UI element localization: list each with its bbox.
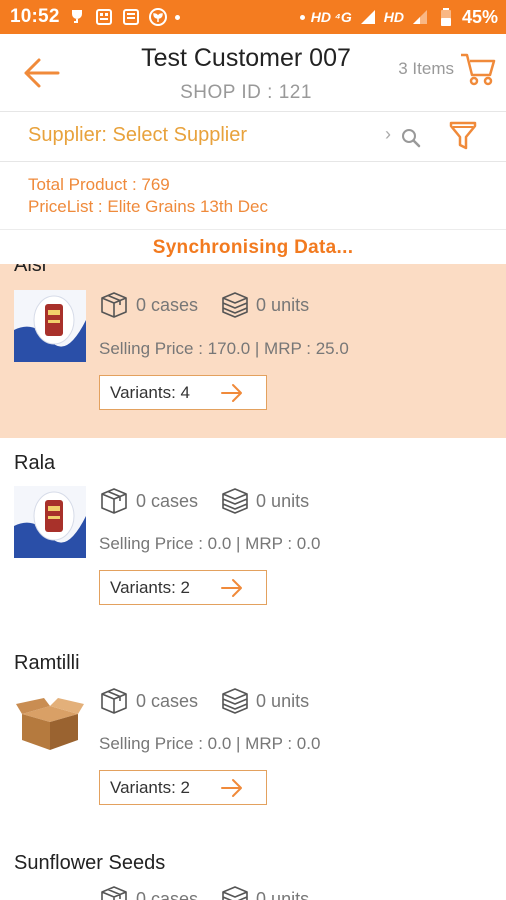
- battery-icon: [436, 7, 456, 27]
- shop-id: SHOP ID : 121: [180, 82, 312, 103]
- cases-count: 0 cases: [136, 490, 199, 511]
- price-info: Selling Price : 0.0 | MRP : 0.0: [99, 534, 321, 553]
- units-count: 0 units: [256, 490, 310, 511]
- filter-icon: [449, 121, 477, 150]
- units-count: 0 units: [256, 294, 310, 315]
- cases-count: 0 cases: [136, 690, 199, 711]
- filter-button[interactable]: [448, 120, 478, 157]
- cases-count: 0 cases: [136, 888, 199, 900]
- cases-count: 0 cases: [136, 294, 199, 315]
- notification-icon: [67, 7, 87, 27]
- units-stat: 0 units: [220, 885, 309, 900]
- plant-icon: [148, 7, 168, 27]
- supplier-select[interactable]: Supplier: Select Supplier: [28, 124, 247, 147]
- box-outline-icon: [101, 488, 127, 514]
- stack-boxes-icon: [222, 886, 248, 900]
- stack-boxes-icon: [222, 688, 248, 714]
- variants-button[interactable]: Variants: 4: [99, 375, 267, 410]
- box-outline-icon: [101, 886, 127, 900]
- cases-stat: 0 cases: [98, 884, 198, 900]
- app-notification-icon: [121, 7, 141, 27]
- product-box-image: [14, 686, 86, 758]
- cases-stat: 0 cases: [98, 486, 198, 516]
- network-type-2: HD: [383, 9, 404, 25]
- battery-percent: 45%: [461, 6, 498, 27]
- signal-icon: [358, 7, 378, 27]
- units-stat: 0 units: [220, 687, 309, 715]
- back-arrow-icon: [24, 58, 60, 88]
- product-item[interactable]: Sunflower Seeds 0 cases 0 units: [0, 838, 506, 900]
- product-name: Rala: [14, 452, 56, 474]
- search-button[interactable]: [400, 127, 422, 154]
- network-type: HD ⁴G: [310, 9, 352, 25]
- stock-row: 0 cases 0 units: [98, 486, 331, 516]
- product-name: Alsi: [14, 262, 47, 276]
- more-notifications-dot: [174, 14, 180, 20]
- price-info: Selling Price : 0.0 | MRP : 0.0: [99, 734, 321, 753]
- price-info: Selling Price : 170.0 | MRP : 25.0: [99, 339, 349, 358]
- product-name: Ramtilli: [14, 652, 80, 674]
- product-item[interactable]: Ramtilli 0 cases 0 units Selling Price :…: [0, 638, 506, 838]
- stack-boxes-icon: [222, 488, 248, 514]
- product-item[interactable]: Rala 0 cases 0 units Selling Price : 0.0…: [0, 438, 506, 638]
- arrow-right-icon: [221, 579, 242, 597]
- info-block: Total Product : 769 PriceList : Elite Gr…: [0, 162, 506, 230]
- box-outline-icon: [101, 292, 127, 318]
- arrow-right-icon: [221, 779, 242, 797]
- stock-row: 0 cases 0 units: [98, 686, 331, 716]
- product-packet-image: [14, 290, 86, 362]
- pricelist: PriceList : Elite Grains 13th Dec: [28, 197, 268, 216]
- product-list[interactable]: Alsi 0 cases 0 units Selling Price : 170…: [0, 262, 506, 900]
- sync-status: Synchronising Data...: [0, 230, 506, 264]
- cart-count: 3 Items: [398, 59, 454, 78]
- chevron-right-icon: ›: [385, 124, 391, 144]
- cart-icon: [461, 53, 496, 86]
- variants-button[interactable]: Variants: 2: [99, 570, 267, 605]
- variants-button[interactable]: Variants: 2: [99, 770, 267, 805]
- cases-stat: 0 cases: [98, 686, 198, 716]
- variants-label: Variants: 2: [110, 777, 191, 797]
- units-count: 0 units: [256, 690, 310, 711]
- app-header: Test Customer 007 SHOP ID : 121 3 Items: [0, 34, 506, 112]
- variants-label: Variants: 2: [110, 577, 191, 597]
- stock-row: 0 cases 0 units: [98, 290, 331, 320]
- product-packet-image: [14, 486, 86, 558]
- arrow-right-icon: [221, 384, 242, 402]
- supplier-bar: Supplier: Select Supplier ›: [0, 112, 506, 162]
- signal-weak-icon: [410, 7, 430, 27]
- units-stat: 0 units: [220, 487, 309, 515]
- product-name: Sunflower Seeds: [14, 852, 166, 874]
- stack-boxes-icon: [222, 292, 248, 318]
- total-product: Total Product : 769: [28, 175, 170, 194]
- cases-stat: 0 cases: [98, 290, 198, 320]
- product-item[interactable]: Alsi 0 cases 0 units Selling Price : 170…: [0, 262, 506, 438]
- dot-icon: [299, 14, 305, 20]
- search-icon: [402, 129, 421, 148]
- status-time: 10:52: [10, 6, 60, 27]
- variants-label: Variants: 4: [110, 382, 191, 402]
- stock-row: 0 cases 0 units: [98, 884, 331, 900]
- cart-button[interactable]: 3 Items: [398, 52, 496, 86]
- units-stat: 0 units: [220, 291, 309, 319]
- app-notification-icon: [94, 7, 114, 27]
- back-button[interactable]: [18, 52, 64, 94]
- status-bar: 10:52 HD ⁴G HD 45%: [0, 0, 506, 34]
- box-outline-icon: [101, 688, 127, 714]
- units-count: 0 units: [256, 888, 310, 900]
- page-title: Test Customer 007: [141, 44, 351, 72]
